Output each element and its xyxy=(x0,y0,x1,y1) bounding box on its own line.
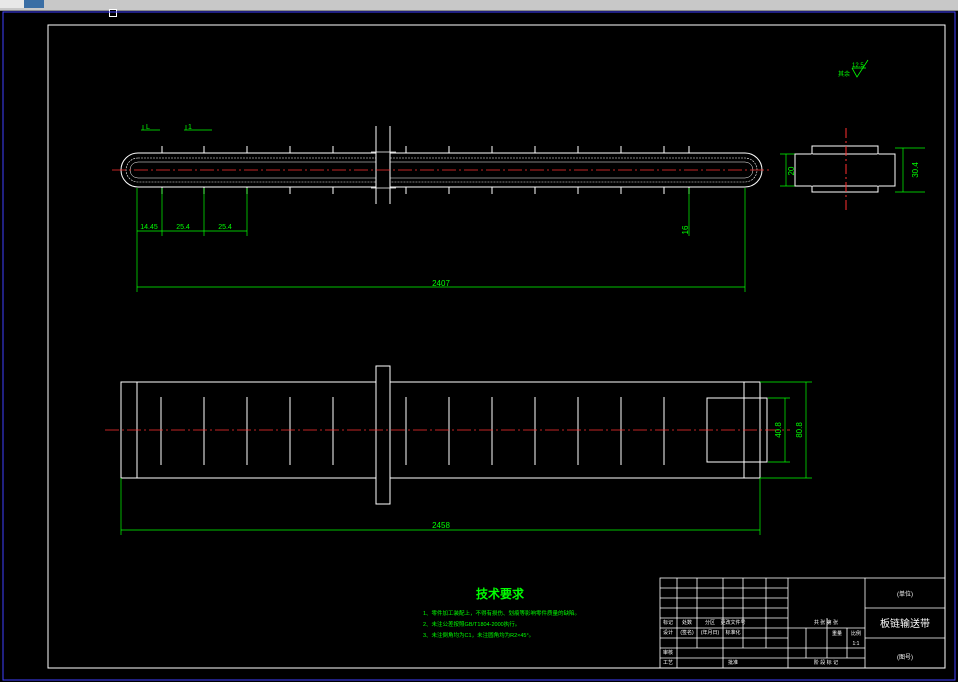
dim-c: 25.4 xyxy=(218,224,232,231)
dim-total-top: 2407 xyxy=(432,279,450,288)
tb-drawing-no: (图号) xyxy=(897,654,913,661)
dim-vert: 16 xyxy=(681,225,690,234)
tb-count: 处数 xyxy=(682,619,692,626)
dim-b: 25.4 xyxy=(176,224,190,231)
side-view xyxy=(794,128,896,212)
pitch-label-1: L xyxy=(146,124,150,131)
tech-item-2: 2、未注公差按照GB/T1804-2000执行。 xyxy=(423,620,520,628)
view-top xyxy=(112,126,770,204)
view-bottom xyxy=(105,365,790,505)
tb-process: 工艺 xyxy=(663,660,673,666)
tb-review: 审核 xyxy=(663,649,673,656)
tb-name: 板链输送带 xyxy=(880,617,930,630)
tb-designer: 设计 xyxy=(663,629,673,636)
view-bottom-dimensions xyxy=(120,381,812,535)
pitch-label-2: 1 xyxy=(188,124,192,131)
outer-border xyxy=(2,11,956,681)
dim-outer: 80.8 xyxy=(795,422,804,438)
tech-item-1: 1、零件加工装配上，不得有损伤、划痕等影响零件质量的缺陷。 xyxy=(423,609,580,617)
view-top-dimensions xyxy=(136,125,925,292)
dim-a: 14.45 xyxy=(140,224,158,231)
tb-area: 分区 xyxy=(705,619,715,626)
tb-sheets: 共 张 第 张 xyxy=(814,619,838,626)
tb-approve: 批准 xyxy=(728,659,738,666)
tb-sign: (签名) xyxy=(680,629,694,636)
tb-mark: 标记 xyxy=(663,619,673,626)
tb-stage: 阶 段 标 记 xyxy=(814,659,838,666)
tb-ratio: 比例 xyxy=(851,630,861,637)
tb-weight: 重量 xyxy=(832,630,842,637)
tech-title: 技术要求 xyxy=(476,586,525,601)
tb-date: (年月日) xyxy=(701,629,720,636)
roughness-label: 其余 xyxy=(838,70,850,78)
dim-total-bottom: 2458 xyxy=(432,521,450,530)
tb-std: 标准化 xyxy=(725,629,740,636)
tb-scale: 1:1 xyxy=(853,641,860,647)
tech-item-3: 3、未注倒角均为C1，未注圆角均为R2×45°。 xyxy=(423,631,534,639)
roughness-value: 12.5 xyxy=(852,63,864,69)
dim-inner: 40.8 xyxy=(774,422,783,438)
cad-drawing[interactable]: 2407 14.45 25.4 25.4 16 L 1 20 30.4 其余 1… xyxy=(0,0,958,682)
tb-unit: (单位) xyxy=(897,590,913,598)
drawing-frame xyxy=(47,24,946,669)
side-dim: 30.4 xyxy=(911,162,920,178)
tb-doc: 更改文件号 xyxy=(720,619,745,626)
